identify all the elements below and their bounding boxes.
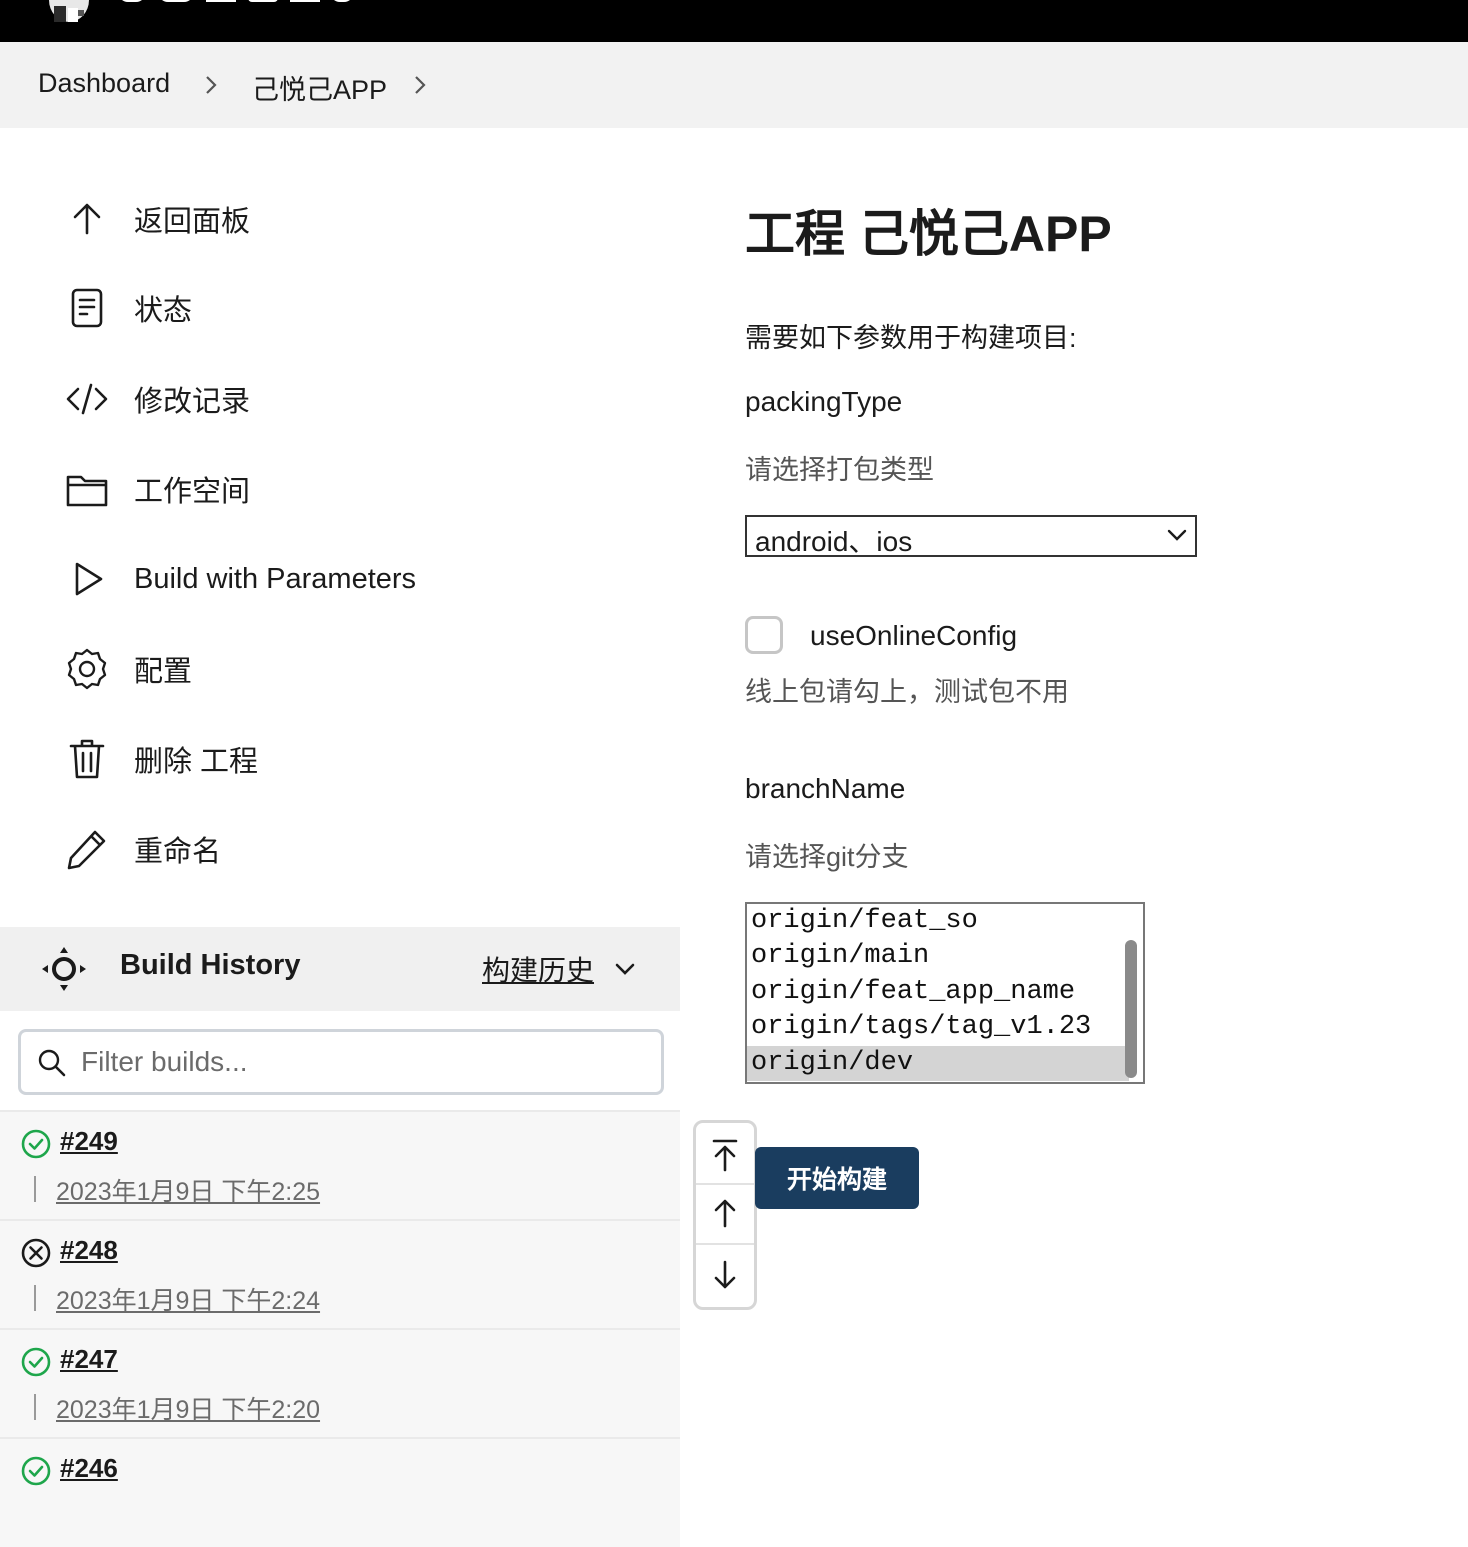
scroll-to-top-button[interactable] — [696, 1125, 754, 1185]
folder-icon — [60, 462, 114, 516]
pencil-icon — [60, 822, 114, 876]
start-build-button[interactable]: 开始构建 — [755, 1147, 919, 1209]
sidebar-item-status[interactable]: 状态 — [60, 278, 620, 338]
scroll-up-button[interactable] — [696, 1183, 754, 1243]
parameters-description: 需要如下参数用于构建项目: — [745, 323, 1077, 353]
scroll-controls — [693, 1120, 757, 1310]
arrow-up-to-top-icon — [712, 1139, 738, 1172]
chevron-right-icon[interactable] — [204, 74, 218, 96]
sidebar-item-configure[interactable]: 配置 — [60, 639, 620, 699]
branch-option[interactable]: origin/feat_app_name — [751, 975, 1121, 1010]
build-row[interactable]: #247 2023年1月9日 下午2:20 — [0, 1328, 680, 1438]
sun-weather-icon — [42, 947, 86, 991]
jenkins-logo[interactable] — [44, 0, 94, 26]
success-icon — [21, 1456, 51, 1486]
branch-option[interactable]: origin/feat_so — [751, 904, 1121, 939]
listbox-scrollbar[interactable] — [1125, 940, 1137, 1078]
success-icon — [21, 1347, 51, 1377]
divider — [34, 1176, 36, 1202]
param-branchname-help: 请选择git分支 — [745, 842, 909, 872]
search-icon — [38, 1049, 66, 1077]
document-icon — [60, 281, 114, 335]
sidebar-item-rename[interactable]: 重命名 — [60, 819, 620, 879]
play-icon — [60, 552, 114, 606]
page-title: 工程 己悦己APP — [745, 206, 1112, 262]
build-row[interactable]: #246 — [0, 1437, 680, 1547]
sidebar-item-build-with-parameters[interactable]: Build with Parameters — [60, 549, 620, 609]
chevron-right-icon[interactable] — [413, 74, 427, 96]
top-bar — [0, 0, 1468, 42]
build-number-link[interactable]: #248 — [60, 1235, 118, 1266]
packingtype-select[interactable]: android、ios — [745, 515, 1197, 557]
sidebar-item-label: 修改记录 — [134, 386, 251, 418]
sidebar-item-label: Build with Parameters — [134, 562, 417, 595]
sidebar-item-label: 配置 — [134, 656, 193, 688]
breadcrumb-dashboard[interactable]: Dashboard — [38, 68, 170, 99]
sidebar-item-workspace[interactable]: 工作空间 — [60, 459, 620, 519]
useonlineconfig-checkbox[interactable] — [745, 616, 783, 654]
arrow-up-icon — [714, 1199, 736, 1228]
filter-builds-input[interactable] — [79, 1042, 643, 1082]
build-date-link[interactable]: 2023年1月9日 下午2:24 — [56, 1281, 320, 1317]
build-number-link[interactable]: #247 — [60, 1344, 118, 1375]
sidebar-item-label: 删除 工程 — [134, 746, 259, 778]
sidebar-item-delete-project[interactable]: 删除 工程 — [60, 729, 620, 789]
build-history-header: Build History 构建历史 — [0, 927, 680, 1011]
branchname-listbox[interactable]: origin/feat_so origin/main origin/feat_a… — [745, 902, 1145, 1084]
sidebar-item-label: 工作空间 — [134, 476, 251, 508]
trash-icon — [60, 732, 114, 786]
build-history-title: Build History — [120, 949, 301, 981]
sidebar-item-label: 返回面板 — [134, 206, 251, 238]
build-row[interactable]: #249 2023年1月9日 下午2:25 — [0, 1110, 680, 1220]
branch-option-selected[interactable]: origin/dev — [747, 1046, 1129, 1081]
arrow-down-icon — [714, 1260, 736, 1289]
param-packingtype-help: 请选择打包类型 — [745, 455, 934, 485]
success-icon — [21, 1129, 51, 1159]
breadcrumb: Dashboard 己悦己APP — [0, 42, 1468, 128]
gear-icon — [60, 642, 114, 696]
sidebar-item-label: 重命名 — [134, 836, 222, 868]
divider — [34, 1394, 36, 1420]
param-useonlineconfig-help: 线上包请勾上，测试包不用 — [745, 677, 1069, 707]
sidebar-item-label: 状态 — [134, 295, 193, 327]
arrow-up-icon — [60, 192, 114, 246]
chevron-down-icon — [1167, 529, 1187, 541]
build-row[interactable]: #248 2023年1月9日 下午2:24 — [0, 1219, 680, 1329]
code-icon — [60, 372, 114, 426]
sidebar-item-back-to-dashboard[interactable]: 返回面板 — [60, 189, 620, 249]
packingtype-selected-value: android、ios — [755, 526, 913, 557]
build-history-link[interactable]: 构建历史 — [482, 949, 594, 989]
failed-icon — [21, 1238, 51, 1268]
param-useonlineconfig-name[interactable]: useOnlineConfig — [810, 620, 1017, 652]
scroll-down-button[interactable] — [696, 1245, 754, 1305]
branch-option[interactable]: origin/main — [751, 939, 1121, 974]
build-number-link[interactable]: #246 — [60, 1453, 118, 1484]
build-number-link[interactable]: #249 — [60, 1126, 118, 1157]
build-date-link[interactable]: 2023年1月9日 下午2:20 — [56, 1390, 320, 1426]
branch-option[interactable]: origin/tags/tag_v1.23 — [751, 1010, 1121, 1045]
sidebar-item-changes[interactable]: 修改记录 — [60, 369, 620, 429]
breadcrumb-project[interactable]: 己悦己APP — [252, 68, 387, 107]
divider — [34, 1285, 36, 1311]
param-packingtype-name: packingType — [745, 386, 903, 417]
param-branchname-name: branchName — [745, 773, 906, 804]
build-date-link[interactable]: 2023年1月9日 下午2:25 — [56, 1172, 320, 1208]
chevron-down-icon[interactable] — [614, 961, 636, 977]
filter-builds-field[interactable] — [18, 1029, 664, 1095]
jenkins-wordmark — [122, 0, 350, 2]
